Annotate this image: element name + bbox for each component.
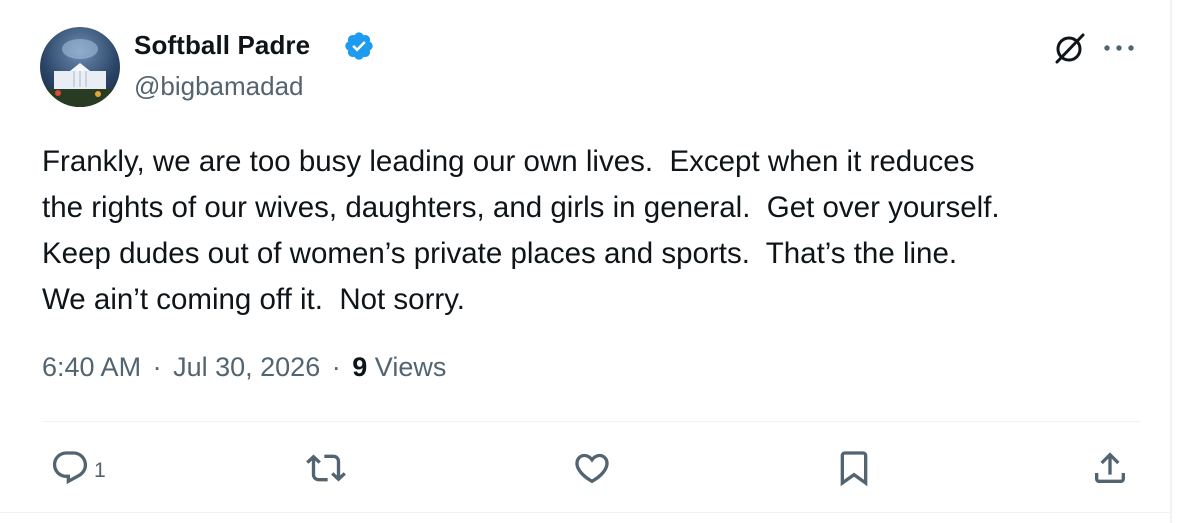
reply-count: 1 — [94, 459, 106, 482]
bookmark-button[interactable] — [834, 448, 874, 488]
retweet-icon — [306, 454, 346, 482]
meta-separator: · — [152, 352, 162, 382]
views-label: Views — [374, 352, 447, 382]
author-display-name[interactable]: Softball Padre — [134, 30, 310, 61]
share-button[interactable] — [1090, 448, 1130, 488]
tweet-meta: 6:40 AM · Jul 30, 2026 · 9 Views — [42, 352, 446, 383]
more-icon[interactable] — [1102, 38, 1136, 58]
card-right-border — [1170, 0, 1172, 523]
views-count[interactable]: 9 — [352, 352, 367, 382]
bookmark-icon — [840, 451, 868, 487]
like-button[interactable] — [572, 448, 612, 488]
like-icon — [575, 453, 609, 484]
reply-icon — [52, 451, 88, 485]
tweet-time[interactable]: 6:40 AM — [42, 352, 141, 382]
tweet-text: Frankly, we are too busy leading our own… — [42, 145, 1000, 316]
meta-separator: · — [331, 352, 341, 382]
grok-icon[interactable] — [1052, 30, 1088, 66]
reply-button[interactable]: 1 — [50, 448, 106, 488]
retweet-button[interactable] — [306, 448, 346, 488]
card-bottom-border — [0, 512, 1170, 513]
share-icon — [1095, 452, 1125, 483]
avatar[interactable] — [40, 27, 120, 107]
verified-badge-icon — [345, 32, 373, 60]
avatar-white-house-night-icon — [40, 39, 120, 107]
author-handle[interactable]: @bigbamadad — [134, 71, 304, 102]
tweet-date[interactable]: Jul 30, 2026 — [173, 352, 320, 382]
action-bar-divider — [42, 421, 1140, 422]
